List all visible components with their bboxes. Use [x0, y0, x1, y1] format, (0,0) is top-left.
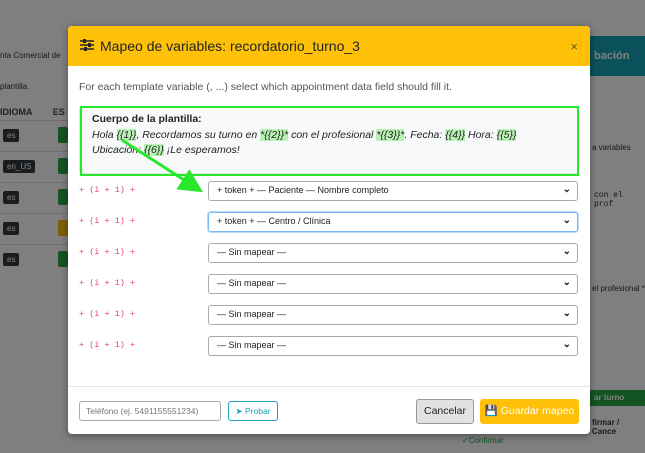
- template-body-box: Cuerpo de la plantilla: Hola {{1}}, Reco…: [79, 106, 578, 174]
- template-variable: {{6}}: [143, 144, 164, 156]
- mapping-row: + (i + 1) + + token + — Centro / Clínica ⌄: [79, 212, 578, 232]
- template-text: ¡Le esperamos!: [163, 144, 240, 156]
- field-select-value: + token + — Centro / Clínica: [217, 216, 331, 226]
- field-select-value: — Sin mapear —: [217, 247, 287, 257]
- template-variable: *{{3}}*: [376, 129, 405, 141]
- probar-button[interactable]: ➤ Probar: [228, 401, 278, 421]
- variable-label: + (i + 1) +: [79, 309, 136, 319]
- save-mapping-button[interactable]: 💾 Guardar mapeo: [480, 399, 579, 424]
- variable-label: + (i + 1) +: [79, 340, 136, 350]
- cancel-button[interactable]: Cancelar: [416, 399, 474, 424]
- field-select-value: + token + — Paciente — Nombre completo: [217, 185, 389, 195]
- field-select[interactable]: — Sin mapear — ⌄: [208, 243, 578, 263]
- modal-title: Mapeo de variables: recordatorio_turno_3: [100, 38, 360, 54]
- field-select[interactable]: + token + — Centro / Clínica ⌄: [208, 212, 578, 232]
- field-select[interactable]: + token + — Paciente — Nombre completo ⌄: [208, 181, 578, 201]
- template-variable: *{{2}}*: [260, 129, 289, 141]
- template-text: Ubicación:: [92, 144, 144, 156]
- variable-label: + (i + 1) +: [79, 247, 136, 257]
- template-variable: {{4}}: [445, 129, 466, 141]
- template-heading: Cuerpo de la plantilla:: [92, 113, 202, 125]
- chevron-down-icon: ⌄: [562, 339, 571, 350]
- mapping-row: + (i + 1) + + token + — Paciente — Nombre…: [79, 181, 578, 201]
- field-select[interactable]: — Sin mapear — ⌄: [208, 274, 578, 294]
- template-text: . Fecha:: [404, 129, 446, 141]
- field-select-value: — Sin mapear —: [217, 340, 287, 350]
- variable-label: + (i + 1) +: [79, 185, 136, 195]
- chevron-down-icon: ⌄: [562, 246, 571, 257]
- variable-label: + (i + 1) +: [79, 278, 136, 288]
- mapping-row: + (i + 1) + — Sin mapear — ⌄: [79, 336, 578, 356]
- mapping-row: + (i + 1) + — Sin mapear — ⌄: [79, 274, 578, 294]
- chevron-down-icon: ⌄: [562, 215, 571, 226]
- chevron-down-icon: ⌄: [562, 184, 571, 195]
- template-body-text: Hola {{1}}, Recordamos su turno en *{{2}…: [92, 128, 565, 158]
- phone-input[interactable]: [79, 401, 221, 421]
- save-icon: 💾: [484, 405, 498, 417]
- chevron-down-icon: ⌄: [562, 277, 571, 288]
- close-icon[interactable]: ×: [570, 39, 578, 54]
- template-text: Hola: [92, 129, 117, 141]
- field-select[interactable]: — Sin mapear — ⌄: [208, 336, 578, 356]
- field-select[interactable]: — Sin mapear — ⌄: [208, 305, 578, 325]
- field-select-value: — Sin mapear —: [217, 309, 287, 319]
- mapping-row: + (i + 1) + — Sin mapear — ⌄: [79, 305, 578, 325]
- mapping-row: + (i + 1) + — Sin mapear — ⌄: [79, 243, 578, 263]
- template-text: con el profesional: [288, 129, 377, 141]
- template-text: , Recordamos su turno en: [136, 129, 261, 141]
- chevron-down-icon: ⌄: [562, 308, 571, 319]
- field-select-value: — Sin mapear —: [217, 278, 287, 288]
- modal-footer: ➤ Probar Cancelar 💾 Guardar mapeo: [68, 386, 590, 434]
- variable-label: + (i + 1) +: [79, 216, 136, 226]
- template-text: Hora:: [465, 129, 497, 141]
- variable-mapping-modal: Mapeo de variables: recordatorio_turno_3…: [68, 26, 590, 434]
- template-variable: {{5}}: [496, 129, 517, 141]
- template-variable: {{1}}: [116, 129, 137, 141]
- modal-subtitle: For each template variable (, ...) selec…: [79, 81, 452, 93]
- sliders-icon: [80, 38, 94, 54]
- send-icon: ➤: [235, 406, 243, 416]
- modal-header: Mapeo de variables: recordatorio_turno_3…: [68, 26, 590, 66]
